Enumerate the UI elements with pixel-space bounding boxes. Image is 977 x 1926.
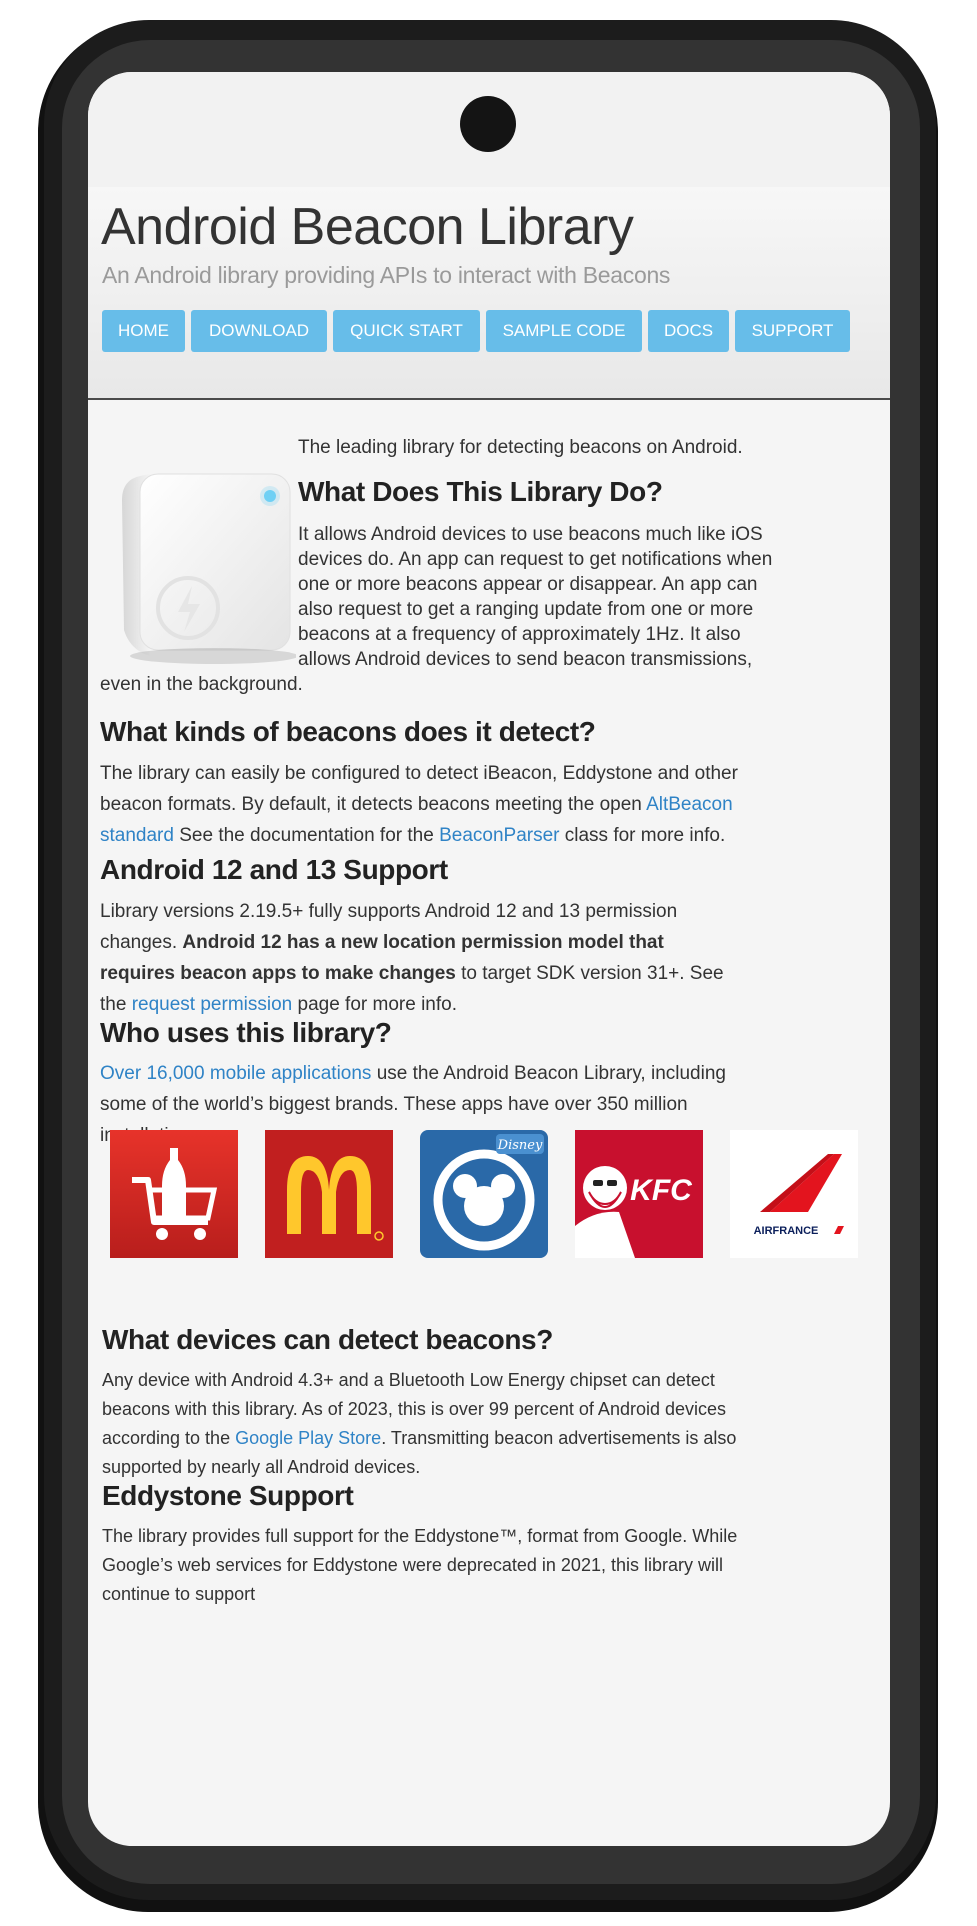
intro-line-6: allows Android devices to send beacon tr… [298,649,753,670]
kinds-text-2: See the documentation for the [173,825,440,846]
disney-logo: Disney [420,1130,548,1258]
disney-wordmark: Disney [497,1138,543,1153]
nav-support[interactable]: SUPPORT [735,310,850,352]
airfrance-wordmark: AIRFRANCE [754,1225,819,1237]
beaconparser-link[interactable]: BeaconParser [439,825,559,846]
kinds-paragraph: The library can easily be configured to … [100,758,740,851]
coca-cola-logo [110,1130,238,1258]
nav-download[interactable]: DOWNLOAD [191,310,327,352]
kfc-logo: KFC [575,1130,703,1258]
site-header: Android Beacon Library An Android librar… [88,187,890,400]
status-area [88,72,890,187]
nav-home[interactable]: HOME [102,310,185,352]
intro-line-7: even in the background. [100,674,303,695]
nav-sample-code[interactable]: SAMPLE CODE [486,310,642,352]
kinds-text: The library can easily be configured to … [100,763,738,815]
screen: Android Beacon Library An Android librar… [88,72,890,1846]
android12-text-3: page for more info. [292,994,458,1015]
site-title: Android Beacon Library [101,198,634,256]
heading-eddystone: Eddystone Support [102,1480,354,1511]
front-camera [460,96,516,152]
heading-who-uses: Who uses this library? [100,1017,392,1048]
heading-kinds: What kinds of beacons does it detect? [100,716,596,747]
kfc-wordmark: KFC [630,1174,693,1207]
request-permission-link[interactable]: request permission [132,994,293,1015]
apps-link[interactable]: Over 16,000 mobile applications [100,1063,371,1084]
mcdonalds-logo [265,1130,393,1258]
air-france-logo: AIRFRANCE [730,1130,858,1258]
devices-paragraph: Any device with Android 4.3+ and a Bluet… [102,1366,742,1482]
google-play-link[interactable]: Google Play Store [235,1428,381,1448]
site-subtitle: An Android library providing APIs to int… [102,262,671,288]
beacon-device-image [122,473,296,664]
nav-quick-start[interactable]: QUICK START [333,310,480,352]
heading-android12: Android 12 and 13 Support [100,854,448,885]
nav-docs[interactable]: DOCS [648,310,729,352]
intro-tagline: The leading library for detecting beacon… [298,437,743,458]
android12-paragraph: Library versions 2.19.5+ fully supports … [100,896,740,1020]
heading-devices: What devices can detect beacons? [102,1324,553,1355]
eddystone-paragraph: The library provides full support for th… [102,1526,738,1604]
heading-what-does: What Does This Library Do? [298,476,663,507]
kinds-text-3: class for more info. [559,825,726,846]
